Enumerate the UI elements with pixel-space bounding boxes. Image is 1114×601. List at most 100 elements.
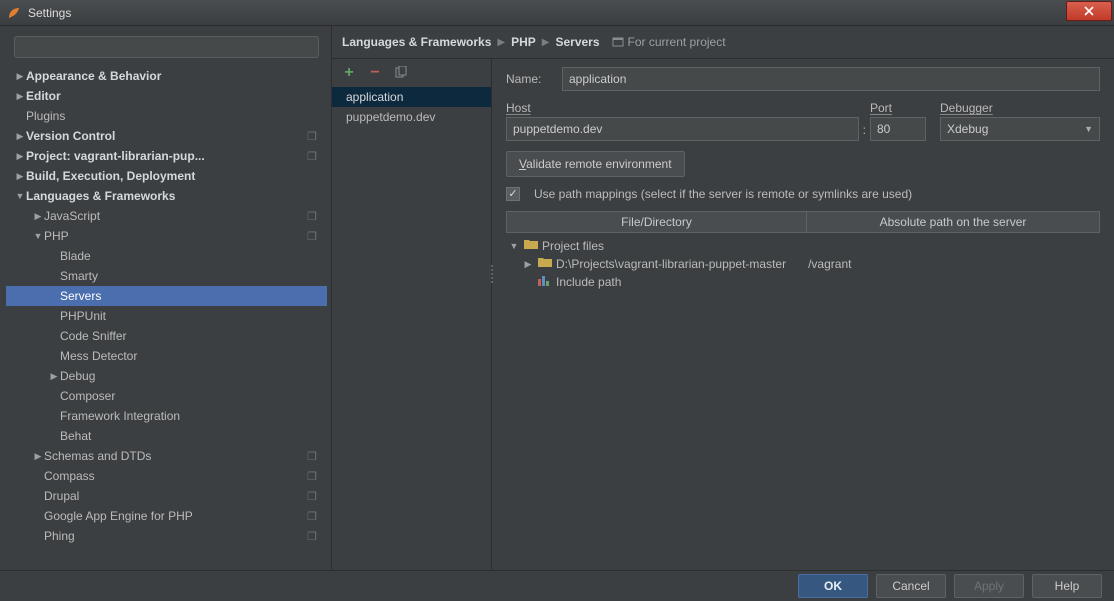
tree-arrow-icon[interactable]: ▶ <box>14 91 26 102</box>
sidebar-item[interactable]: Framework Integration <box>6 406 327 426</box>
breadcrumb: Languages & Frameworks ▶ PHP ▶ Servers F… <box>332 26 1114 58</box>
sidebar-item[interactable]: ▶Debug <box>6 366 327 386</box>
search-input[interactable] <box>14 36 319 58</box>
sidebar-item[interactable]: Servers <box>6 286 327 306</box>
sidebar-item-label: Editor <box>26 89 307 103</box>
mapping-col-server[interactable]: Absolute path on the server <box>807 212 1099 232</box>
sidebar-item[interactable]: Plugins <box>6 106 327 126</box>
sidebar-item[interactable]: Composer <box>6 386 327 406</box>
server-name-input[interactable] <box>562 67 1100 91</box>
tree-arrow-icon[interactable]: ▶ <box>14 151 26 162</box>
sidebar-item-label: Appearance & Behavior <box>26 69 307 83</box>
sidebar-item[interactable]: ▶Appearance & Behavior <box>6 66 327 86</box>
server-list-panel: + − applicationpuppetdemo.dev <box>332 59 492 570</box>
copy-icon: ❐ <box>307 150 321 163</box>
sidebar-item[interactable]: Compass❐ <box>6 466 327 486</box>
tree-arrow-icon[interactable]: ▶ <box>32 451 44 462</box>
validate-remote-button[interactable]: Validate remote environment <box>506 151 685 177</box>
include-path-label: Include path <box>556 275 621 289</box>
ok-button[interactable]: OK <box>798 574 868 598</box>
sidebar-item-label: Code Sniffer <box>60 329 307 343</box>
tree-arrow-icon[interactable]: ▶ <box>14 171 26 182</box>
sidebar-item-label: Drupal <box>44 489 307 503</box>
tree-arrow-icon[interactable]: ▼ <box>508 241 520 251</box>
sidebar-item[interactable]: ▼Languages & Frameworks <box>6 186 327 206</box>
project-scope-badge: For current project <box>612 35 726 49</box>
sidebar-item-label: Framework Integration <box>60 409 307 423</box>
sidebar-item[interactable]: ▶JavaScript❐ <box>6 206 327 226</box>
use-path-mappings-checkbox[interactable] <box>506 187 520 201</box>
sidebar-item[interactable]: ▶Version Control❐ <box>6 126 327 146</box>
breadcrumb-section[interactable]: PHP <box>511 35 536 49</box>
mapping-col-file[interactable]: File/Directory <box>507 212 807 232</box>
sidebar-item-label: PHPUnit <box>60 309 307 323</box>
sidebar-item[interactable]: ▶Editor <box>6 86 327 106</box>
port-input[interactable] <box>870 117 926 141</box>
tree-arrow-icon[interactable]: ▼ <box>14 191 26 201</box>
server-list[interactable]: applicationpuppetdemo.dev <box>332 87 491 570</box>
settings-tree[interactable]: ▶Appearance & Behavior▶EditorPlugins▶Ver… <box>6 64 327 566</box>
search-wrap <box>6 34 327 64</box>
use-path-mappings-label: Use path mappings (select if the server … <box>534 187 912 201</box>
sidebar-item[interactable]: Google App Engine for PHP❐ <box>6 506 327 526</box>
settings-sidebar: ▶Appearance & Behavior▶EditorPlugins▶Ver… <box>0 26 332 570</box>
chevron-right-icon: ▶ <box>497 37 505 48</box>
sidebar-item-label: Smarty <box>60 269 307 283</box>
window-close-button[interactable] <box>1066 1 1112 21</box>
title-bar: Settings <box>0 0 1114 26</box>
tree-arrow-icon[interactable]: ▶ <box>32 211 44 222</box>
server-list-item[interactable]: application <box>332 87 491 107</box>
sidebar-item[interactable]: ▼PHP❐ <box>6 226 327 246</box>
sidebar-item[interactable]: Blade <box>6 246 327 266</box>
sidebar-item-label: Behat <box>60 429 307 443</box>
host-port-colon: : <box>859 123 870 141</box>
dialog-footer: OK Cancel Apply Help <box>0 570 1114 601</box>
tree-arrow-icon[interactable]: ▶ <box>48 371 60 382</box>
breadcrumb-section[interactable]: Languages & Frameworks <box>342 35 491 49</box>
sidebar-item[interactable]: Smarty <box>6 266 327 286</box>
add-server-button[interactable]: + <box>342 66 356 80</box>
include-path-icon <box>538 275 552 289</box>
project-scope-label: For current project <box>628 35 726 49</box>
sidebar-item[interactable]: Mess Detector <box>6 346 327 366</box>
name-label: Name: <box>506 72 554 86</box>
mapping-tree[interactable]: ▼ Project files ▶ D:\Projects\vagrant-li… <box>506 233 1100 295</box>
debugger-value: Xdebug <box>947 122 988 136</box>
sidebar-item[interactable]: ▶Schemas and DTDs❐ <box>6 446 327 466</box>
tree-arrow-icon[interactable]: ▶ <box>522 259 534 270</box>
main-panel: Languages & Frameworks ▶ PHP ▶ Servers F… <box>332 26 1114 570</box>
copy-icon: ❐ <box>307 490 321 503</box>
sidebar-item-label: Servers <box>60 289 307 303</box>
help-button[interactable]: Help <box>1032 574 1102 598</box>
sidebar-item[interactable]: ▶Project: vagrant-librarian-pup...❐ <box>6 146 327 166</box>
copy-icon: ❐ <box>307 530 321 543</box>
debugger-select[interactable]: Xdebug ▼ <box>940 117 1100 141</box>
mapped-path-value[interactable]: /vagrant <box>808 257 851 271</box>
mapping-table-header: File/Directory Absolute path on the serv… <box>506 211 1100 233</box>
apply-button[interactable]: Apply <box>954 574 1024 598</box>
tree-arrow-icon[interactable]: ▼ <box>32 231 44 241</box>
chevron-down-icon: ▼ <box>1084 124 1093 134</box>
sidebar-item-label: Build, Execution, Deployment <box>26 169 307 183</box>
sidebar-item[interactable]: PHPUnit <box>6 306 327 326</box>
project-files-label: Project files <box>542 239 604 253</box>
server-list-item[interactable]: puppetdemo.dev <box>332 107 491 127</box>
tree-arrow-icon[interactable]: ▶ <box>14 131 26 142</box>
remove-server-button[interactable]: − <box>368 66 382 80</box>
sidebar-item[interactable]: Drupal❐ <box>6 486 327 506</box>
sidebar-item[interactable]: Phing❐ <box>6 526 327 546</box>
app-icon <box>6 5 22 21</box>
port-label: Port <box>870 101 926 115</box>
tree-arrow-icon[interactable]: ▶ <box>14 71 26 82</box>
sidebar-item[interactable]: Code Sniffer <box>6 326 327 346</box>
sidebar-item[interactable]: ▶Build, Execution, Deployment <box>6 166 327 186</box>
server-form: Name: Host : Port Debugger <box>492 59 1114 570</box>
sidebar-item[interactable]: Behat <box>6 426 327 446</box>
splitter-handle[interactable] <box>489 259 495 289</box>
project-path-label: D:\Projects\vagrant-librarian-puppet-mas… <box>556 257 786 271</box>
validate-remote-label: Validate remote environment <box>519 157 672 171</box>
cancel-button[interactable]: Cancel <box>876 574 946 598</box>
chevron-right-icon: ▶ <box>542 37 550 48</box>
copy-server-button[interactable] <box>394 66 408 80</box>
host-input[interactable] <box>506 117 859 141</box>
